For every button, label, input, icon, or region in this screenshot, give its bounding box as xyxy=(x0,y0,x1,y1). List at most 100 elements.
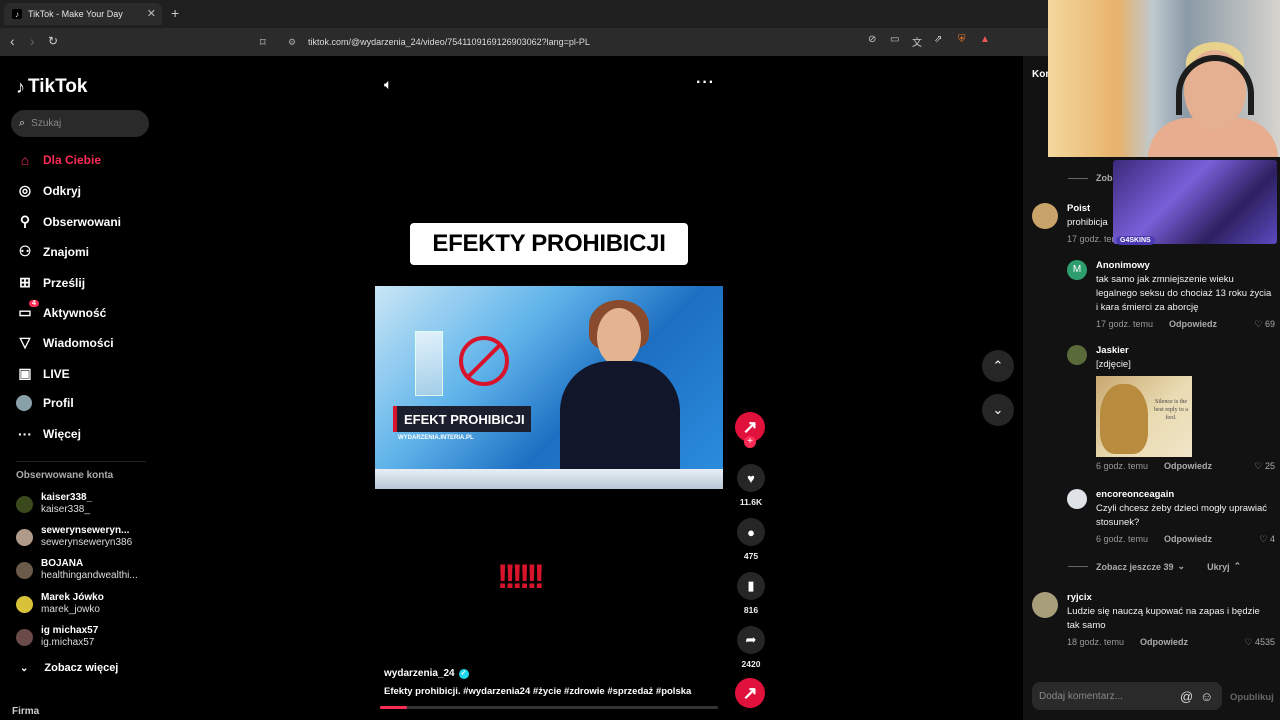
site-info-icon[interactable]: ⚙ xyxy=(288,37,304,48)
previous-video-button[interactable]: ⌃ xyxy=(982,350,1014,382)
nav-item-friends[interactable]: ⚇ Znajomi xyxy=(16,243,89,260)
see-more-accounts-button[interactable]: ⌄ Zobacz więcej xyxy=(16,662,118,674)
mute-site-icon[interactable]: ⊘ xyxy=(868,34,876,45)
followed-accounts-title: Obserwowane konta xyxy=(16,470,114,481)
like-action[interactable]: ♥ 11.6K xyxy=(736,464,766,507)
hide-replies-button[interactable]: Ukryj xyxy=(1207,562,1230,572)
avatar xyxy=(16,561,33,579)
save-action[interactable]: ▮ 816 xyxy=(736,572,766,615)
share-action[interactable]: ➦ 2420 xyxy=(736,626,766,669)
comment-item: Jaskier [zdjęcie] Silence is the best re… xyxy=(1067,345,1275,471)
video-progress-bar[interactable] xyxy=(380,706,718,709)
chevron-down-icon: ⌄ xyxy=(20,662,29,674)
sponsor-tag: G4SKINS xyxy=(1116,236,1155,245)
url-text[interactable]: tiktok.com/@wydarzenia_24/video/75411091… xyxy=(308,37,590,47)
chevron-up-icon: ⌃ xyxy=(1233,561,1242,571)
news-frame: EFEKT PROHIBICJI WYDARZENIA.INTERIA.PL xyxy=(375,286,723,489)
comment-image[interactable]: Silence is the best reply to a fool. xyxy=(1096,376,1192,457)
volume-icon[interactable]: 🔈︎ xyxy=(384,76,392,93)
webcam-overlay xyxy=(1048,0,1280,157)
sidebar-divider xyxy=(16,461,146,462)
news-source: WYDARZENIA.INTERIA.PL xyxy=(398,435,474,441)
prohibition-sign-icon xyxy=(459,336,509,386)
comment-item: encoreoncеagain Czyli chcesz żeby dzieci… xyxy=(1067,489,1275,544)
close-tab-icon[interactable]: ✕ xyxy=(147,7,156,20)
nav-item-more[interactable]: ··· Więcej xyxy=(16,426,81,442)
comment-icon: ● xyxy=(737,518,765,546)
avatar xyxy=(16,595,33,613)
translate-icon[interactable]: 文 xyxy=(912,34,922,49)
nav-item-profile[interactable]: Profil xyxy=(16,395,74,411)
avatar[interactable]: M xyxy=(1067,260,1087,280)
share-icon[interactable]: ⇗ xyxy=(934,34,942,45)
footer-company-link[interactable]: Firma xyxy=(12,706,39,717)
friends-icon: ⚇ xyxy=(18,243,32,259)
chevron-down-icon: ⌄ xyxy=(992,402,1004,417)
comment-action[interactable]: ● 475 xyxy=(736,518,766,561)
publish-button[interactable]: Opublikuj xyxy=(1230,692,1274,703)
avatar[interactable] xyxy=(1032,592,1058,618)
more-options-icon[interactable]: ··· xyxy=(696,74,715,92)
vodka-glass-image xyxy=(415,331,443,396)
avatar xyxy=(16,628,33,646)
followed-account[interactable]: ig michax57 ig.michax57 xyxy=(16,625,98,649)
nav-item-explore[interactable]: ◎ Odkryj xyxy=(16,182,81,199)
tiktok-logo[interactable]: ♪ TikTok xyxy=(16,76,87,98)
comment-input-placeholder: Dodaj komentarz... xyxy=(1039,690,1123,702)
rewards-icon[interactable]: ▲ xyxy=(980,34,990,45)
comment-like-count[interactable]: ♡ 4 xyxy=(1259,534,1275,545)
sidebar: ♪ TikTok ⌕ Szukaj ⌂ Dla Ciebie ◎ Odkryj … xyxy=(0,56,160,720)
anchor-head xyxy=(597,308,641,366)
comment-like-count[interactable]: ♡ 69 xyxy=(1254,319,1275,330)
next-video-button[interactable]: ⌄ xyxy=(982,394,1014,426)
nav-item-upload[interactable]: ⊞ Prześlij xyxy=(16,274,85,291)
music-disc-icon[interactable]: ↗ xyxy=(735,678,765,708)
cast-icon[interactable]: ▭ xyxy=(890,34,899,45)
messages-icon: ▽ xyxy=(19,334,31,350)
live-icon: ▣ xyxy=(18,365,32,381)
followed-account[interactable]: sewerynseweryn... sewerynseweryn386 xyxy=(16,525,132,549)
more-icon: ··· xyxy=(18,426,32,442)
search-input[interactable]: ⌕ Szukaj xyxy=(11,110,149,137)
mention-icon[interactable]: @ xyxy=(1180,689,1193,704)
nav-item-following[interactable]: ⚲ Obserwowani xyxy=(16,213,121,230)
video-author[interactable]: wydarzenia_24 ✓ xyxy=(384,668,469,679)
tab-title: TikTok - Make Your Day xyxy=(28,9,123,19)
forward-icon[interactable]: › xyxy=(30,33,35,49)
activity-badge: 4 xyxy=(29,300,39,307)
nav-item-for-you[interactable]: ⌂ Dla Ciebie xyxy=(16,152,101,168)
avatar[interactable] xyxy=(1032,203,1058,229)
address-bar[interactable]: ⌑ ⚙ tiktok.com/@wydarzenia_24/video/7541… xyxy=(254,31,1014,53)
exclamation-marks: !!!!!! xyxy=(497,558,545,596)
compass-icon: ◎ xyxy=(18,182,32,198)
back-icon[interactable]: ‹ xyxy=(10,33,15,49)
nav-item-activity[interactable]: ▭ Aktywność 4 xyxy=(16,300,106,321)
search-placeholder: Szukaj xyxy=(31,118,62,129)
avatar[interactable] xyxy=(1067,489,1087,509)
like-count: 11.6K xyxy=(739,497,763,507)
emoji-icon[interactable]: ☺ xyxy=(1200,689,1213,704)
see-more-replies-button[interactable]: Zobacz jeszcze 39 ⌄ Ukryj ⌃ xyxy=(1068,561,1241,572)
reload-icon[interactable]: ↻ xyxy=(48,34,58,48)
new-tab-button[interactable]: + xyxy=(171,5,179,21)
avatar[interactable] xyxy=(1067,345,1087,365)
brave-shield-icon[interactable]: ⛨ xyxy=(958,34,966,45)
comment-input[interactable]: Dodaj komentarz... @ ☺ xyxy=(1032,682,1222,710)
bookmark-icon[interactable]: ⌑ xyxy=(260,36,280,49)
followed-account[interactable]: kaiser338_ kaiser338_ xyxy=(16,492,92,516)
comment-like-count[interactable]: ♡ 4535 xyxy=(1244,637,1275,648)
comment-like-count[interactable]: ♡ 25 xyxy=(1254,461,1275,472)
follow-plus-icon[interactable]: + xyxy=(744,436,756,448)
comment-item: ryjcix Ludzie się nauczą kupować na zapa… xyxy=(1032,592,1275,647)
verified-icon: ✓ xyxy=(458,668,469,679)
followed-account[interactable]: Marek Jówko marek_jowko xyxy=(16,592,104,616)
nav-item-messages[interactable]: ▽ Wiadomości xyxy=(16,334,114,351)
browser-tab[interactable]: ♪ TikTok - Make Your Day ✕ xyxy=(4,3,162,25)
video-player[interactable]: 🔈︎ ··· EFEKTY PROHIBICJI EFEKT PROHIBICJ… xyxy=(160,56,1023,720)
avatar xyxy=(16,528,33,546)
followed-account[interactable]: BOJANA healthingandwealthi... xyxy=(16,558,138,582)
tiktok-favicon-icon: ♪ xyxy=(12,9,22,19)
chevron-down-icon: ⌄ xyxy=(1177,561,1186,571)
nav-item-live[interactable]: ▣ LIVE xyxy=(16,365,69,382)
tiktok-note-icon: ♪ xyxy=(16,76,25,97)
